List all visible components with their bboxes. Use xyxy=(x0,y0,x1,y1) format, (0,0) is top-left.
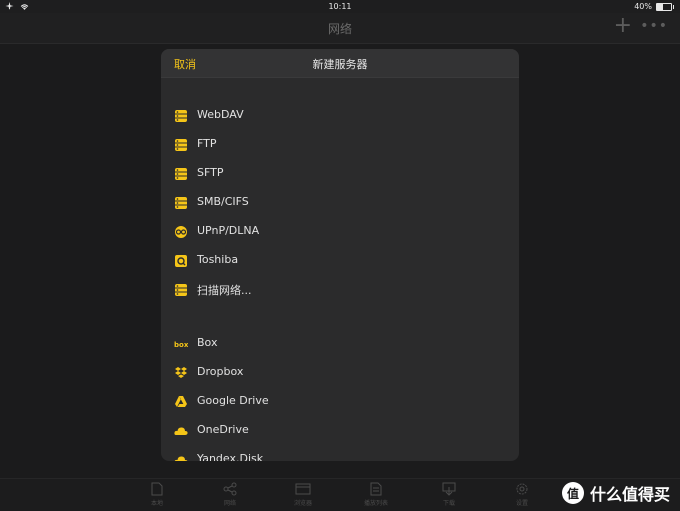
list-item-label: Box xyxy=(197,336,218,349)
list-item-upnp[interactable]: UPnP/DLNA xyxy=(161,217,519,246)
tab-network[interactable]: 网络 xyxy=(210,482,250,507)
google-drive-icon xyxy=(175,396,187,407)
dropbox-icon xyxy=(175,367,187,378)
battery-percent: 40% xyxy=(634,2,652,11)
list-item-webdav[interactable]: WebDAV xyxy=(161,101,519,130)
tab-local[interactable]: 本地 xyxy=(137,482,177,507)
watermark-text: 什么值得买 xyxy=(589,485,670,504)
tab-settings[interactable]: 设置 xyxy=(502,482,542,507)
nav-bar: 网络 + ••• xyxy=(0,13,680,44)
list-item-label: UPnP/DLNA xyxy=(197,224,260,237)
list-item-label: Dropbox xyxy=(197,365,244,378)
tab-label: 浏览器 xyxy=(293,500,312,507)
toshiba-icon xyxy=(175,255,187,267)
tab-label: 设置 xyxy=(515,500,528,507)
server-icon xyxy=(175,284,187,296)
box-logo-icon: box xyxy=(174,341,188,349)
tab-label: 下载 xyxy=(442,500,455,507)
cloud-icon xyxy=(174,456,188,461)
tab-download[interactable]: 下载 xyxy=(429,482,469,507)
new-server-modal: 取消 新建服务器 WebDAV FTP SFTP SMB/CIFS UPnP/D… xyxy=(161,49,519,461)
tab-label: 播放列表 xyxy=(363,500,388,507)
tab-label: 网络 xyxy=(223,500,236,507)
list-item-scan-network[interactable]: 扫描网络... xyxy=(161,275,519,304)
watermark: 值 什么值得买 xyxy=(561,480,670,506)
modal-header: 取消 新建服务器 xyxy=(161,49,519,78)
server-icon xyxy=(175,197,187,209)
list-item-yandex[interactable]: Yandex.Disk xyxy=(161,445,519,461)
status-time: 10:11 xyxy=(328,2,352,11)
status-bar: 10:11 40% xyxy=(0,0,680,13)
tab-playlist[interactable]: 播放列表 xyxy=(356,482,396,507)
list-item-google-drive[interactable]: Google Drive xyxy=(161,387,519,416)
gear-icon xyxy=(516,483,528,495)
list-item-ftp[interactable]: FTP xyxy=(161,130,519,159)
tab-label: 本地 xyxy=(150,500,163,507)
list-item-box[interactable]: box Box xyxy=(161,329,519,358)
more-icon[interactable]: ••• xyxy=(640,18,668,34)
playlist-icon xyxy=(370,482,382,496)
list-item-label: Toshiba xyxy=(197,253,239,266)
battery-icon xyxy=(656,2,674,11)
list-item-smb[interactable]: SMB/CIFS xyxy=(161,188,519,217)
list-item-onedrive[interactable]: OneDrive xyxy=(161,416,519,445)
list-item-toshiba[interactable]: Toshiba xyxy=(161,246,519,275)
list-item-label: SMB/CIFS xyxy=(197,195,249,208)
watermark-badge: 值 xyxy=(561,482,584,504)
list-item-label: WebDAV xyxy=(197,108,244,121)
onedrive-icon xyxy=(174,427,188,435)
list-item-dropbox[interactable]: Dropbox xyxy=(161,358,519,387)
list-item-label: Yandex.Disk xyxy=(197,452,264,461)
server-icon xyxy=(175,139,187,151)
list-item-sftp[interactable]: SFTP xyxy=(161,159,519,188)
list-item-label: Google Drive xyxy=(197,394,269,407)
nav-title: 网络 xyxy=(327,22,352,36)
file-icon xyxy=(151,482,163,496)
share-icon xyxy=(223,482,237,496)
browser-icon xyxy=(295,483,311,495)
svg-text:box: box xyxy=(174,341,188,349)
download-icon xyxy=(442,482,456,496)
server-icon xyxy=(175,110,187,122)
add-icon[interactable]: + xyxy=(614,15,632,37)
dlna-icon xyxy=(175,226,187,238)
list-item-label: 扫描网络... xyxy=(197,284,252,297)
list-item-label: OneDrive xyxy=(197,423,249,436)
server-icon xyxy=(175,168,187,180)
modal-title: 新建服务器 xyxy=(312,58,368,71)
list-item-label: FTP xyxy=(197,137,217,150)
tab-browser[interactable]: 浏览器 xyxy=(283,482,323,507)
list-item-label: SFTP xyxy=(197,166,224,179)
